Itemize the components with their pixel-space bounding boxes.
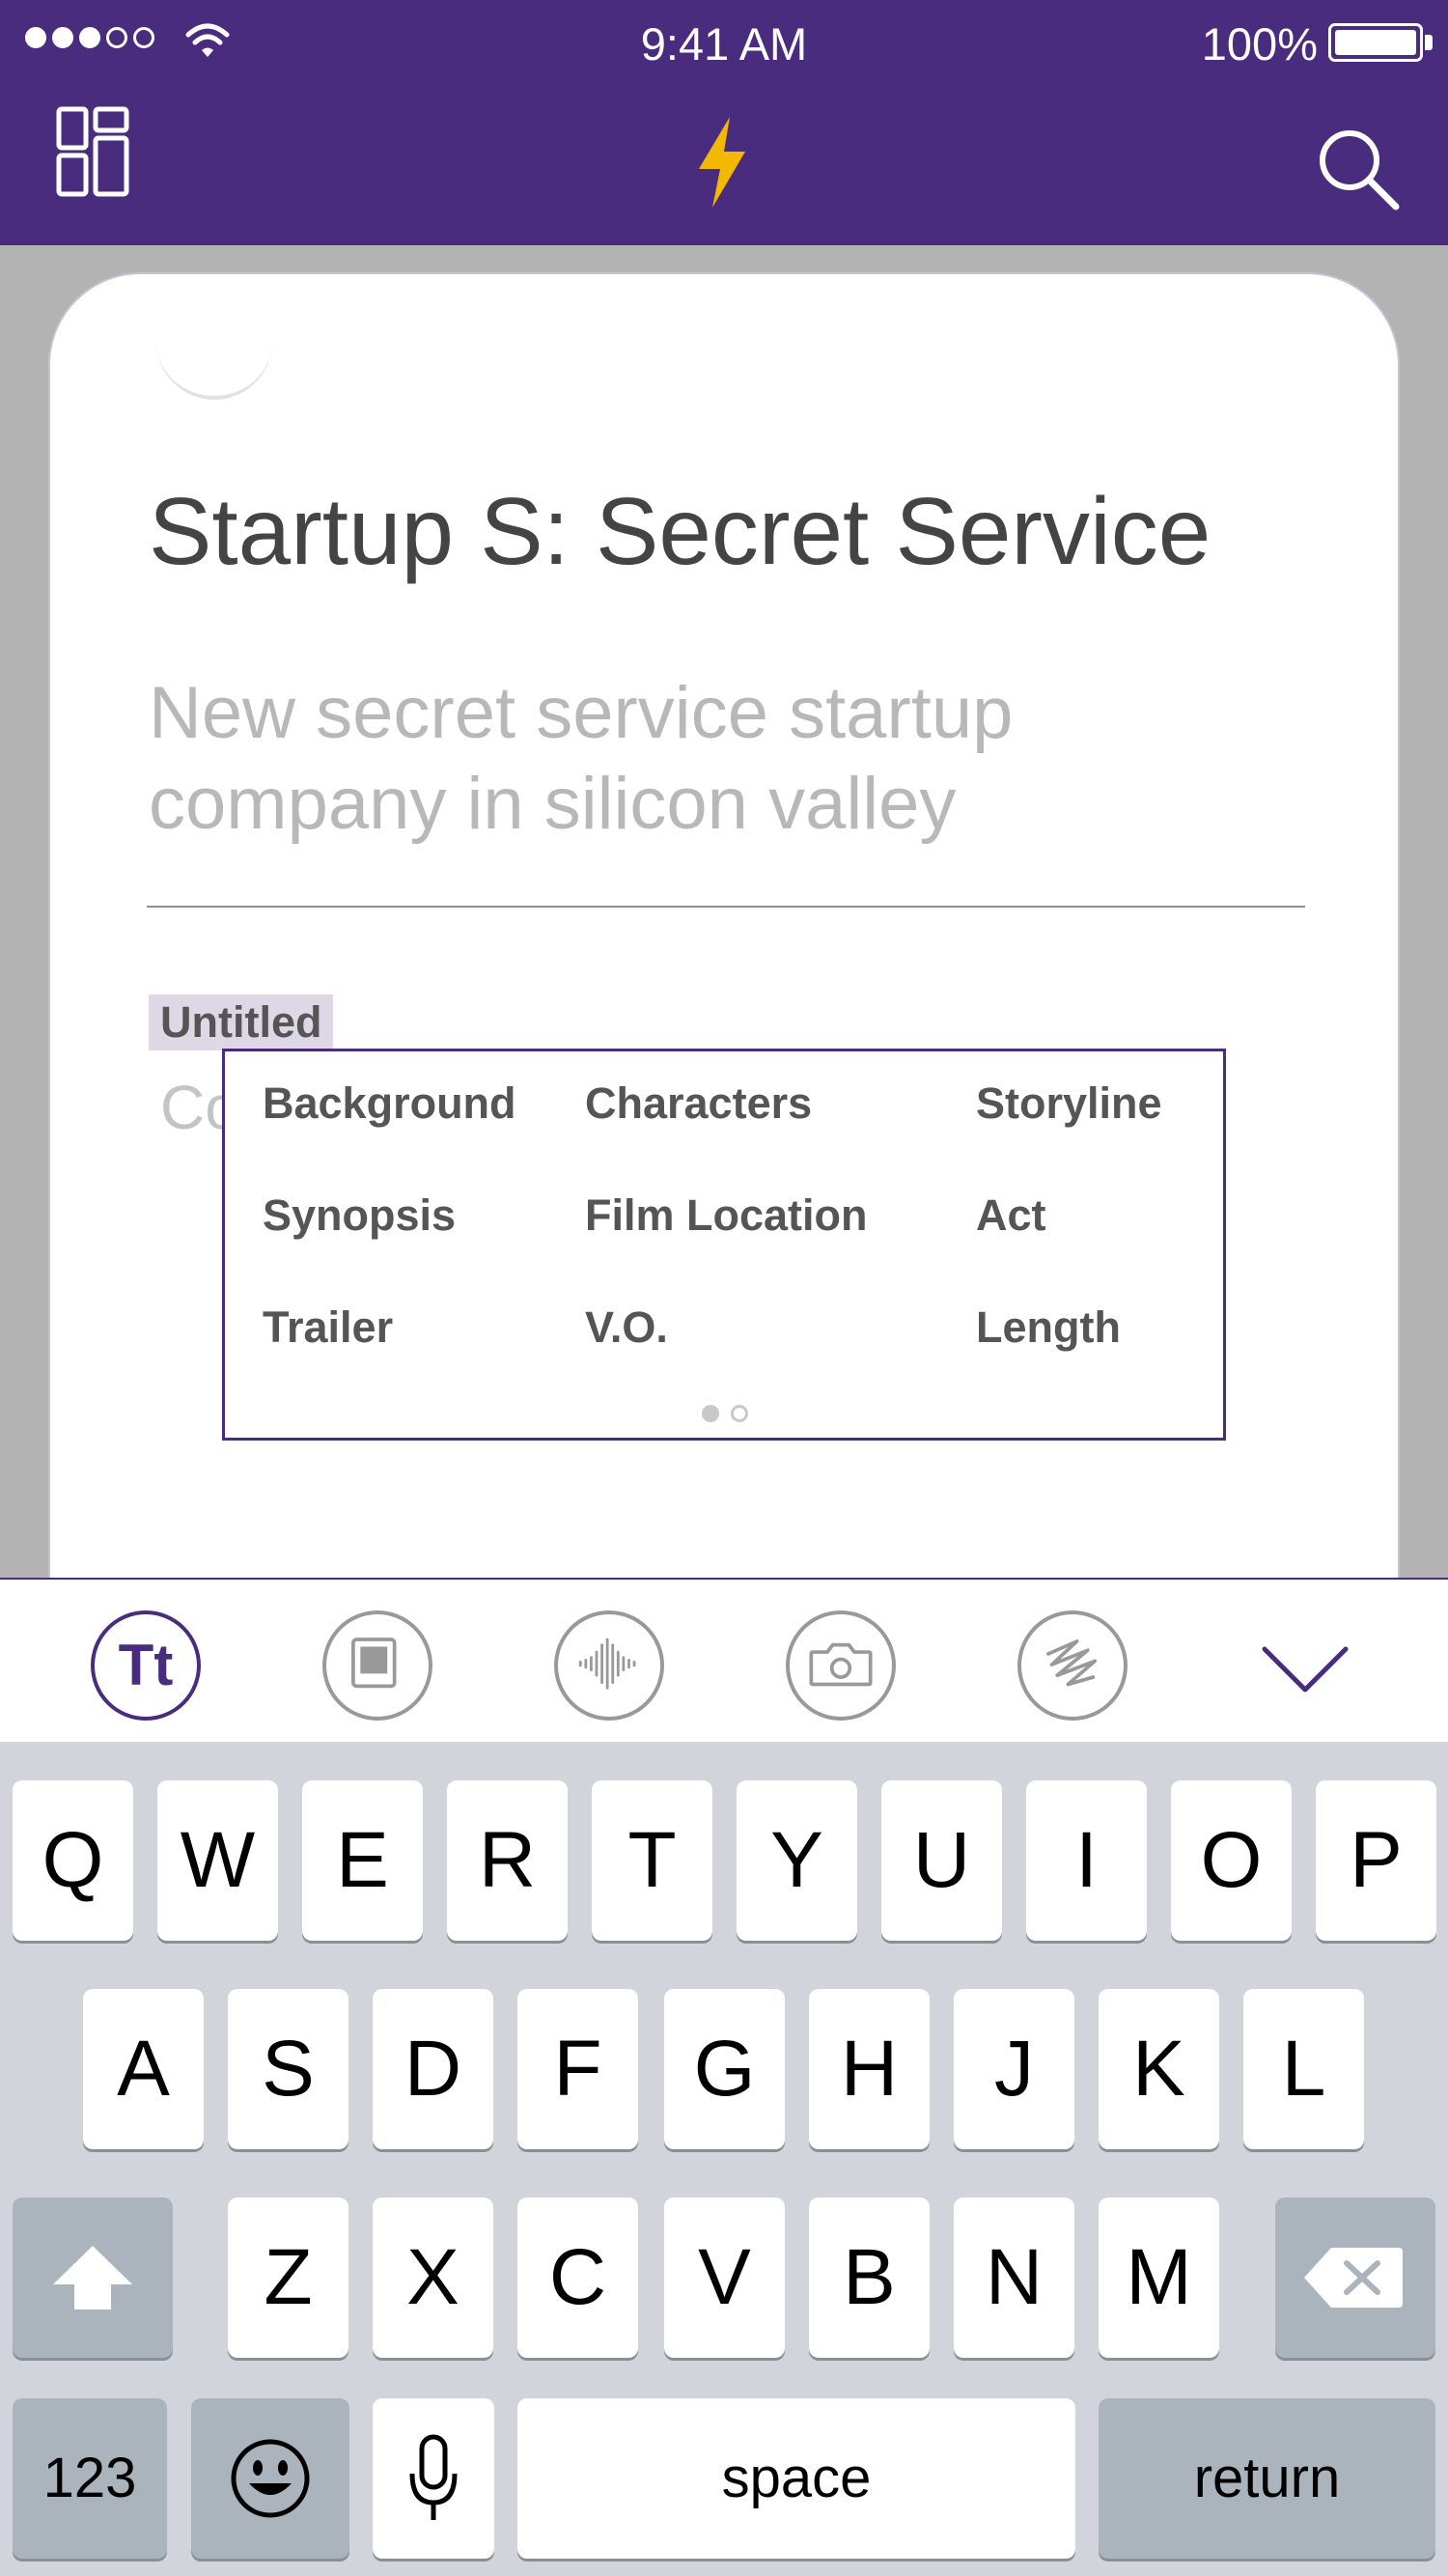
key-d[interactable]: D bbox=[373, 1989, 493, 2149]
shift-key[interactable] bbox=[13, 2198, 173, 2358]
emoji-key[interactable] bbox=[191, 2398, 349, 2559]
key-n[interactable]: N bbox=[954, 2198, 1074, 2358]
key-q[interactable]: Q bbox=[13, 1780, 133, 1941]
divider bbox=[147, 906, 1305, 908]
microphone-icon bbox=[409, 2434, 458, 2520]
key-g[interactable]: G bbox=[664, 1989, 785, 2149]
picker-item-trailer[interactable]: Trailer bbox=[263, 1302, 393, 1353]
picker-item-background[interactable]: Background bbox=[263, 1078, 516, 1129]
media-frame-button[interactable] bbox=[322, 1610, 432, 1721]
key-l[interactable]: L bbox=[1243, 1989, 1364, 2149]
picker-item-storyline[interactable]: Storyline bbox=[976, 1078, 1162, 1129]
section-tag[interactable]: Untitled bbox=[149, 994, 334, 1050]
key-f[interactable]: F bbox=[517, 1989, 638, 2149]
key-v[interactable]: V bbox=[664, 2198, 785, 2358]
dictation-key[interactable] bbox=[373, 2398, 494, 2559]
page-dot-1[interactable] bbox=[702, 1405, 719, 1422]
picker-item-vo[interactable]: V.O. bbox=[585, 1302, 668, 1353]
text-format-button[interactable]: Tt bbox=[91, 1610, 201, 1721]
camera-button[interactable] bbox=[786, 1610, 896, 1721]
key-m[interactable]: M bbox=[1099, 2198, 1219, 2358]
audio-waveform-icon bbox=[578, 1638, 636, 1690]
picker-item-act[interactable]: Act bbox=[976, 1190, 1046, 1241]
battery-percentage: 100% bbox=[1201, 18, 1318, 70]
audio-button[interactable] bbox=[554, 1610, 664, 1721]
shift-arrow-icon bbox=[53, 2246, 132, 2310]
key-r[interactable]: R bbox=[447, 1780, 568, 1941]
text-format-icon: Tt bbox=[118, 1633, 174, 1697]
key-p[interactable]: P bbox=[1316, 1780, 1436, 1941]
picker-item-length[interactable]: Length bbox=[976, 1302, 1121, 1353]
picker-item-film-location[interactable]: Film Location bbox=[585, 1190, 868, 1241]
search-icon[interactable] bbox=[1315, 126, 1402, 212]
numbers-key[interactable]: 123 bbox=[13, 2398, 167, 2559]
delete-key[interactable] bbox=[1275, 2198, 1435, 2358]
key-z[interactable]: Z bbox=[228, 2198, 348, 2358]
editing-toolbar: Tt bbox=[0, 1578, 1448, 1742]
picker-item-characters[interactable]: Characters bbox=[585, 1078, 812, 1129]
scribble-icon bbox=[1046, 1639, 1098, 1687]
backspace-icon bbox=[1304, 2248, 1403, 2308]
status-bar: 9:41 AM 100% bbox=[0, 0, 1448, 85]
element-picker-popup: Background Characters Storyline Synopsis… bbox=[222, 1049, 1226, 1441]
lightning-bolt-icon[interactable] bbox=[693, 117, 751, 208]
key-x[interactable]: X bbox=[373, 2198, 493, 2358]
layout-grid-icon[interactable] bbox=[56, 106, 129, 197]
chevron-down-icon[interactable] bbox=[1261, 1639, 1350, 1697]
key-e[interactable]: E bbox=[302, 1780, 423, 1941]
key-t[interactable]: T bbox=[592, 1780, 712, 1941]
draw-button[interactable] bbox=[1017, 1610, 1128, 1721]
document-title[interactable]: Startup S: Secret Service bbox=[149, 477, 1211, 586]
pull-refresh-indicator bbox=[156, 342, 272, 400]
camera-icon bbox=[809, 1642, 873, 1687]
page-dot-2[interactable] bbox=[731, 1405, 748, 1422]
battery-icon bbox=[1328, 23, 1423, 62]
page-indicator[interactable] bbox=[702, 1405, 748, 1422]
key-y[interactable]: Y bbox=[737, 1780, 857, 1941]
key-s[interactable]: S bbox=[228, 1989, 348, 2149]
key-w[interactable]: W bbox=[157, 1780, 278, 1941]
return-key[interactable]: return bbox=[1099, 2398, 1435, 2559]
nav-bar bbox=[0, 85, 1448, 245]
key-i[interactable]: I bbox=[1026, 1780, 1147, 1941]
media-frame-icon bbox=[351, 1638, 397, 1689]
key-k[interactable]: K bbox=[1099, 1989, 1219, 2149]
key-c[interactable]: C bbox=[517, 2198, 638, 2358]
document-subtitle[interactable]: New secret service startup company in si… bbox=[149, 668, 1211, 850]
key-a[interactable]: A bbox=[83, 1989, 204, 2149]
key-u[interactable]: U bbox=[881, 1780, 1002, 1941]
picker-item-synopsis[interactable]: Synopsis bbox=[263, 1190, 456, 1241]
emoji-icon bbox=[231, 2439, 310, 2518]
key-o[interactable]: O bbox=[1171, 1780, 1292, 1941]
space-key[interactable]: space bbox=[517, 2398, 1075, 2559]
keyboard: Q W E R T Y U I O P A S D F G H J K L Z … bbox=[0, 1742, 1448, 2576]
key-j[interactable]: J bbox=[954, 1989, 1074, 2149]
key-b[interactable]: B bbox=[809, 2198, 930, 2358]
key-h[interactable]: H bbox=[809, 1989, 930, 2149]
